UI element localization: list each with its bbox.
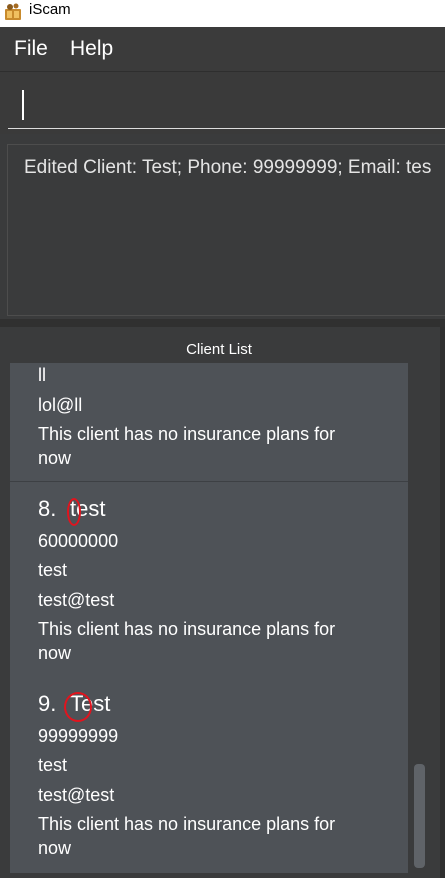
client-list[interactable]: ll lol@ll This client has no insurance p… xyxy=(10,363,408,873)
annotation-circle xyxy=(67,498,81,526)
command-input[interactable] xyxy=(8,80,445,129)
client-index: 8. xyxy=(38,496,57,521)
app-icon xyxy=(5,3,21,20)
client-email: lol@ll xyxy=(38,395,83,415)
result-message: Edited Client: Test; Phone: 99999999; Em… xyxy=(24,157,432,178)
client-address: test xyxy=(38,560,68,580)
client-card-partial[interactable]: ll lol@ll This client has no insurance p… xyxy=(10,363,408,481)
client-address: ll xyxy=(38,365,46,385)
client-email: test@test xyxy=(38,785,115,805)
panel-divider[interactable] xyxy=(0,319,445,327)
client-index: 9. xyxy=(38,691,57,716)
title-bar: iScam xyxy=(0,0,445,27)
client-plans: This client has no insurance plans for xyxy=(38,619,336,639)
client-address: test xyxy=(38,755,68,775)
client-email: test@test xyxy=(38,590,115,610)
client-plans-cont: now xyxy=(38,643,72,663)
client-card-9[interactable]: 9. Test 99999999 test test@test This cli… xyxy=(10,677,408,873)
client-phone: 60000000 xyxy=(38,531,119,551)
result-display: Edited Client: Test; Phone: 99999999; Em… xyxy=(7,144,445,316)
client-plans: This client has no insurance plans for xyxy=(38,814,336,834)
client-plans: This client has no insurance plans for xyxy=(38,424,336,444)
client-list-panel: Client List ll lol@ll This client has no… xyxy=(0,327,445,878)
panel-gutter xyxy=(440,327,445,878)
client-card-8[interactable]: 8. test 60000000 test test@test This cli… xyxy=(10,482,408,678)
text-caret xyxy=(22,90,24,120)
window-title: iScam xyxy=(29,1,71,18)
menu-help[interactable]: Help xyxy=(70,37,113,61)
annotation-circle xyxy=(64,692,92,722)
scrollbar-thumb[interactable] xyxy=(414,764,425,868)
client-phone: 99999999 xyxy=(38,726,119,746)
menu-bar: File Help xyxy=(0,27,445,72)
client-list-title: Client List xyxy=(186,341,252,358)
client-plans-cont: now xyxy=(38,448,72,468)
client-plans-cont: now xyxy=(38,838,72,858)
menu-file[interactable]: File xyxy=(14,37,48,61)
command-box xyxy=(0,72,445,134)
